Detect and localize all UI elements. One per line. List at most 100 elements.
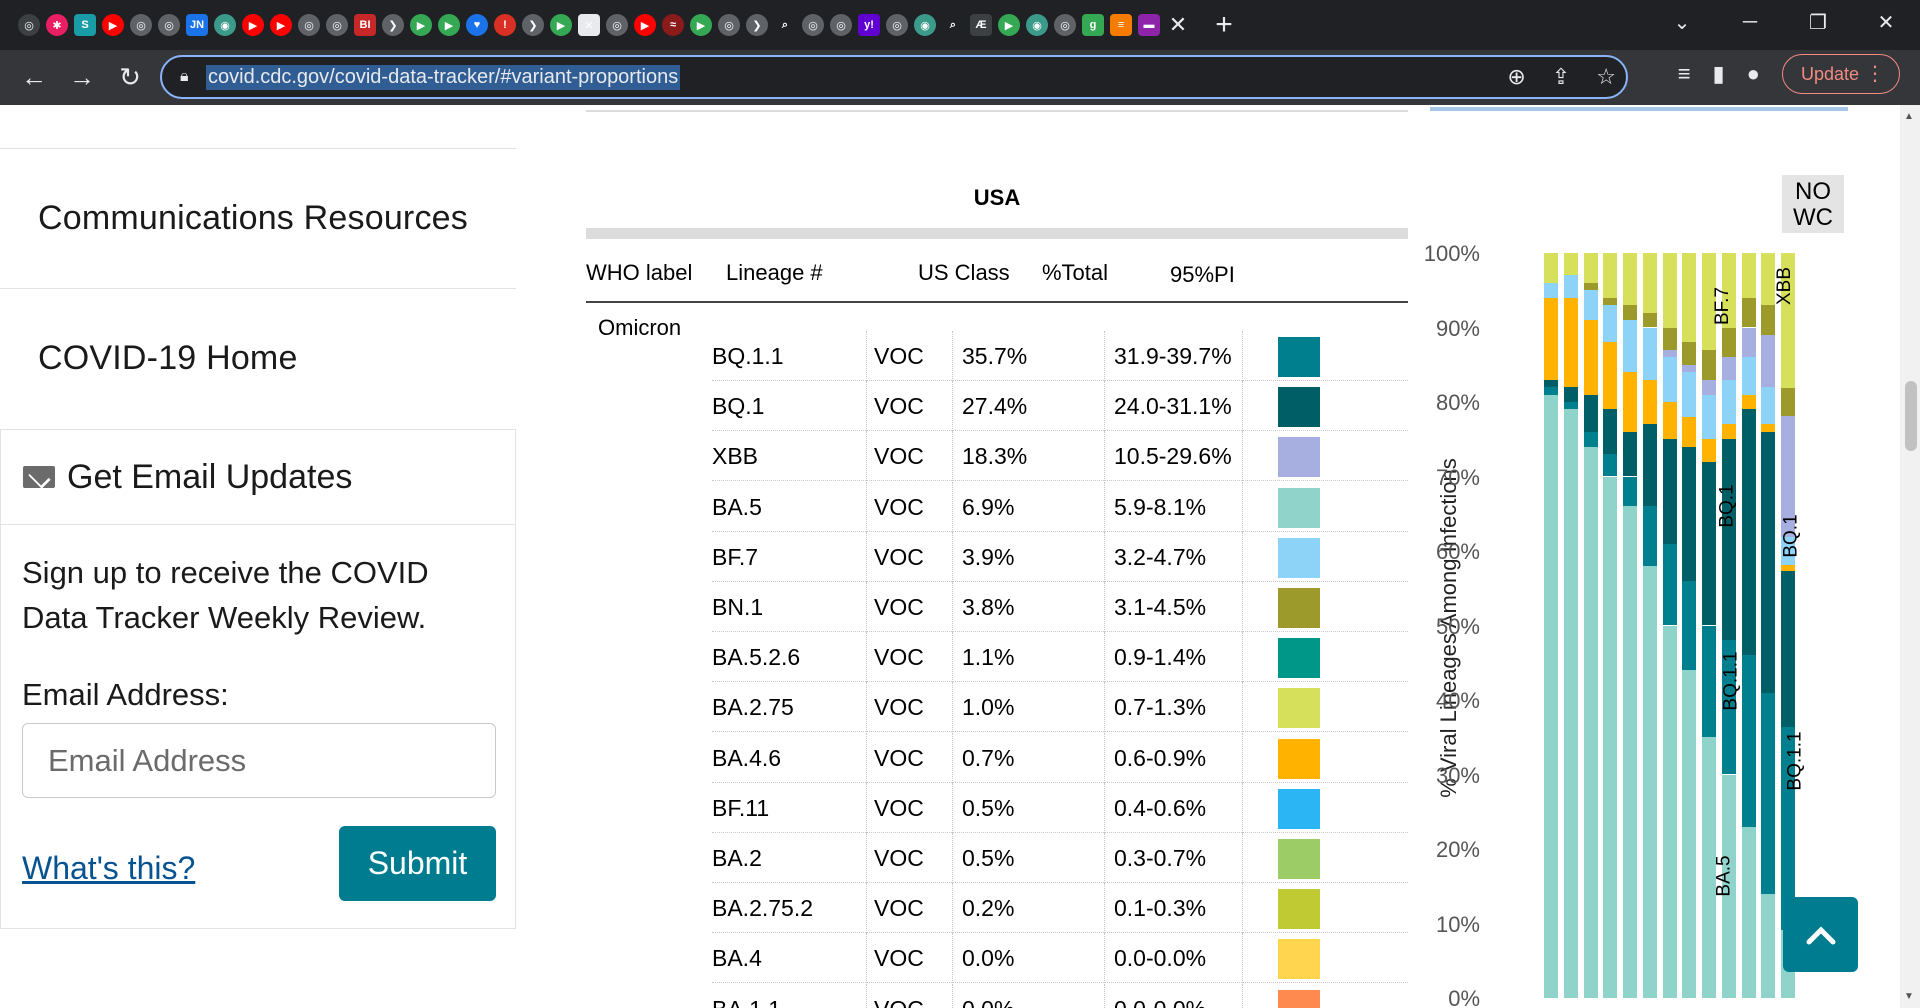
play-icon[interactable]: ▶ <box>998 14 1020 36</box>
bar-segment-bn-1[interactable] <box>1682 342 1697 365</box>
play-icon[interactable]: ▶ <box>410 14 432 36</box>
map-icon[interactable]: ✕ <box>578 14 600 36</box>
bar-segment-bq-1-1[interactable] <box>1662 543 1677 626</box>
bar-segment-bn-1[interactable] <box>1761 305 1776 335</box>
stat-icon[interactable]: S <box>74 14 96 36</box>
bar-segment-ba-5[interactable] <box>1603 476 1618 998</box>
bar-segment-ba-4-6[interactable] <box>1781 564 1795 572</box>
pink-app-icon[interactable]: ✱ <box>46 14 68 36</box>
bar-segment-bf-7[interactable] <box>1603 305 1618 343</box>
whats-this-link[interactable]: What's this? <box>22 850 195 887</box>
bar-segment-ba-4-6[interactable] <box>1583 320 1598 395</box>
youtube-icon[interactable]: ▶ <box>102 14 124 36</box>
bar-segment-xbb[interactable] <box>1702 379 1716 395</box>
bar-segment-bn-1[interactable] <box>1741 297 1756 328</box>
bar-segment-bq-1-1[interactable] <box>1623 476 1637 507</box>
bar-segment-ba-5[interactable] <box>1623 506 1637 998</box>
minimize-button[interactable]: ─ <box>1716 0 1784 44</box>
zoom-icon[interactable]: ⊕ <box>1507 64 1525 90</box>
bar-segment-ba-5[interactable] <box>1563 409 1578 998</box>
update-button[interactable]: Update ⋮ <box>1781 54 1900 94</box>
play-icon[interactable]: ▶ <box>438 14 460 36</box>
bar-segment-bq-1-1[interactable] <box>1563 402 1578 410</box>
close-window-button[interactable]: ✕ <box>1852 0 1920 44</box>
bar-segment-bn-1[interactable] <box>1781 388 1795 416</box>
email-input[interactable] <box>22 723 496 798</box>
bar-segment-other[interactable] <box>1544 253 1558 283</box>
new-tab-button[interactable]: + <box>1206 7 1242 43</box>
bar-segment-bf-7[interactable] <box>1702 394 1716 440</box>
bar-segment-bq-1-1[interactable] <box>1583 431 1598 447</box>
bar-segment-ba-4-6[interactable] <box>1741 394 1756 410</box>
bar-segment-bq-1[interactable] <box>1761 431 1776 693</box>
bar-segment-bf-7[interactable] <box>1544 282 1558 298</box>
scroll-thumb[interactable] <box>1905 381 1917 451</box>
web-icon[interactable]: ◎ <box>802 14 824 36</box>
bar-segment-bn-1[interactable] <box>1702 349 1716 380</box>
bar-segment-bf-7[interactable] <box>1682 372 1697 417</box>
bar-segment-bq-1[interactable] <box>1544 379 1558 388</box>
bar-segment-ba-4-6[interactable] <box>1662 402 1677 440</box>
bookmark-star-icon[interactable]: ☆ <box>1596 64 1616 90</box>
forward-arrow-icon[interactable]: → <box>58 54 106 102</box>
bar-segment-bq-1[interactable] <box>1781 571 1795 728</box>
web-icon[interactable]: ◎ <box>158 14 180 36</box>
bookmark-icon[interactable]: ❯ <box>382 14 404 36</box>
address-bar[interactable]: 🔒︎ covid.cdc.gov/covid-data-tracker/#var… <box>160 55 1628 99</box>
bar-segment-other[interactable] <box>1741 253 1756 298</box>
bar-segment-ba-4-6[interactable] <box>1702 439 1716 462</box>
bar-segment-bq-1-1[interactable] <box>1741 655 1756 827</box>
bar-segment-bf-7[interactable] <box>1721 379 1736 425</box>
bar-segment-bf-7[interactable] <box>1583 290 1598 321</box>
bar-segment-ba-5[interactable] <box>1682 670 1697 998</box>
bar-segment-other[interactable] <box>1563 253 1578 276</box>
bar-segment-bq-1[interactable] <box>1563 387 1578 402</box>
bar-segment-bq-1[interactable] <box>1741 409 1756 656</box>
app-icon[interactable]: ◉ <box>214 14 236 36</box>
shield-icon[interactable]: ♥ <box>466 14 488 36</box>
bar-segment-other[interactable] <box>1682 253 1697 343</box>
bar-segment-bq-1-1[interactable] <box>1603 454 1618 477</box>
bar-segment-ba-5[interactable] <box>1662 625 1677 998</box>
reading-list-icon[interactable]: ≡ <box>1678 61 1691 87</box>
bar-segment-bf-7[interactable] <box>1761 387 1776 425</box>
bar-segment-bf-7[interactable] <box>1741 357 1756 395</box>
share-icon[interactable]: ⇪ <box>1552 64 1570 90</box>
text-icon[interactable]: Æ <box>970 14 992 36</box>
alert-icon[interactable]: ! <box>494 14 516 36</box>
web-icon[interactable]: ◎ <box>718 14 740 36</box>
reload-icon[interactable]: ↻ <box>106 54 154 102</box>
youtube-icon[interactable]: ▶ <box>270 14 292 36</box>
bookmark-icon[interactable]: ❯ <box>522 14 544 36</box>
g-icon[interactable]: g <box>1082 14 1104 36</box>
bar-segment-bn-1[interactable] <box>1623 305 1637 321</box>
app-icon[interactable]: ◉ <box>914 14 936 36</box>
bar-segment-xbb[interactable] <box>1721 357 1736 380</box>
bar-segment-bn-1[interactable] <box>1721 327 1736 358</box>
side-panel-icon[interactable]: ▮ <box>1713 61 1725 87</box>
play-icon[interactable]: ▶ <box>550 14 572 36</box>
play-icon[interactable]: ▶ <box>690 14 712 36</box>
youtube-icon[interactable]: ▶ <box>242 14 264 36</box>
bar-segment-ba-4-6[interactable] <box>1603 342 1618 410</box>
bar-segment-ba-4-6[interactable] <box>1721 424 1736 440</box>
bar-segment-ba-5[interactable] <box>1544 394 1558 998</box>
bar-segment-ba-4-6[interactable] <box>1544 297 1558 380</box>
bar-segment-xbb[interactable] <box>1761 334 1776 388</box>
stack-icon[interactable]: ≡ <box>1110 14 1132 36</box>
bar-segment-bq-1[interactable] <box>1662 439 1677 544</box>
web-icon[interactable]: ◎ <box>886 14 908 36</box>
bar-segment-other[interactable] <box>1623 253 1637 306</box>
jn-icon[interactable]: JN <box>186 14 208 36</box>
search-icon[interactable]: ⌕ <box>942 14 964 36</box>
bar-segment-bn-1[interactable] <box>1583 282 1598 291</box>
bar-segment-bf-7[interactable] <box>1623 320 1637 373</box>
app-icon[interactable]: ◉ <box>1026 14 1048 36</box>
bar-segment-bf-7[interactable] <box>1563 275 1578 298</box>
bar-segment-ba-4-6[interactable] <box>1623 372 1637 432</box>
bar-segment-bq-1[interactable] <box>1603 409 1618 455</box>
bar-segment-bn-1[interactable] <box>1642 312 1657 328</box>
bar-segment-bq-1-1[interactable] <box>1761 692 1776 894</box>
bar-segment-bn-1[interactable] <box>1662 327 1677 350</box>
web-icon[interactable]: ◎ <box>1054 14 1076 36</box>
